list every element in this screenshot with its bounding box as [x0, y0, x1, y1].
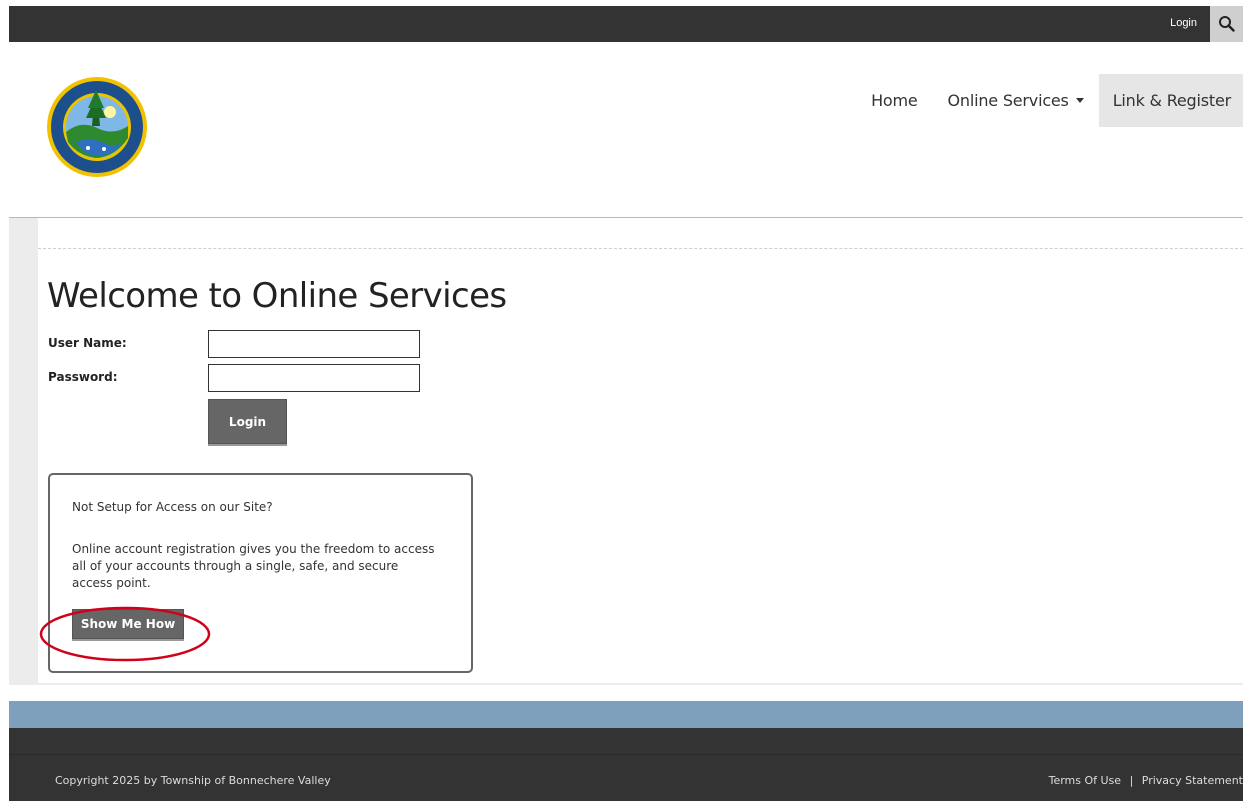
- page-title: Welcome to Online Services: [47, 276, 507, 316]
- chevron-down-icon: [1075, 98, 1084, 103]
- site-footer: Copyright 2025 by Township of Bonnechere…: [9, 728, 1243, 801]
- registration-panel: Not Setup for Access on our Site? Online…: [48, 473, 473, 673]
- site-header: Home Online Services Link & Register: [0, 42, 1243, 218]
- township-seal-icon: [47, 77, 147, 177]
- content-panel: Welcome to Online Services User Name: Pa…: [38, 218, 1243, 683]
- footer-separator: |: [1129, 774, 1134, 787]
- search-icon: [1218, 16, 1235, 32]
- search-button[interactable]: [1210, 6, 1243, 42]
- copyright-text: Copyright 2025 by Township of Bonnechere…: [55, 774, 331, 787]
- dashed-divider: [38, 248, 1243, 249]
- username-label: User Name:: [48, 336, 127, 350]
- nav-link-register[interactable]: Link & Register: [1098, 74, 1243, 127]
- nav-online-services-label: Online Services: [947, 91, 1069, 110]
- registration-question: Not Setup for Access on our Site?: [72, 500, 273, 514]
- main-area: Welcome to Online Services User Name: Pa…: [9, 218, 1243, 685]
- password-label: Password:: [48, 370, 118, 384]
- login-button[interactable]: Login: [208, 399, 287, 444]
- registration-description: Online account registration gives you th…: [72, 542, 435, 590]
- privacy-statement-link[interactable]: Privacy Statement: [1142, 774, 1243, 787]
- top-bar: Login: [9, 6, 1243, 42]
- nav-home[interactable]: Home: [856, 74, 932, 127]
- username-input[interactable]: [208, 330, 420, 358]
- password-input[interactable]: [208, 364, 420, 392]
- show-me-how-button[interactable]: Show Me How: [72, 609, 184, 639]
- terms-of-use-link[interactable]: Terms Of Use: [1049, 774, 1121, 787]
- footer-divider: [9, 754, 1243, 755]
- footer-links: Terms Of Use | Privacy Statement: [1049, 774, 1243, 787]
- nav-online-services[interactable]: Online Services: [933, 74, 1099, 127]
- top-login-link[interactable]: Login: [1170, 17, 1197, 29]
- main-nav: Home Online Services Link & Register: [856, 74, 1243, 127]
- township-seal-logo[interactable]: [46, 76, 148, 178]
- footer-accent-band: [9, 701, 1243, 728]
